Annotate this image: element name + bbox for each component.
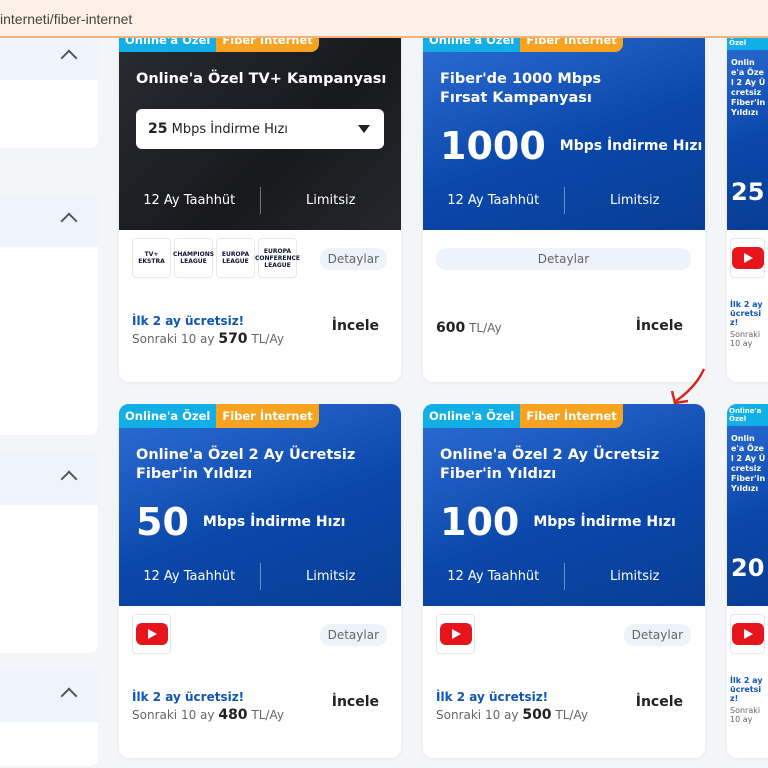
free-text: İlk 2 ay ücretsiz! [730,300,763,327]
chevron-up-icon[interactable] [60,49,78,67]
details-button[interactable]: Detaylar [319,248,387,270]
commitment: 12 Ay Taahhüt [119,563,261,590]
chevron-up-icon[interactable] [60,470,78,488]
speed-dropdown[interactable]: 25 Mbps İndirme Hızı [136,109,384,149]
youtube-icon [132,614,171,654]
price: 570 [218,331,248,347]
next-text: Sonraki 10 ay [132,708,215,722]
free-text: İlk 2 ay ücretsiz! [132,690,245,704]
dropdown-label: Mbps İndirme Hızı [171,122,288,137]
campaign-card: Online'a Özel Online'a Özel 2 Ay Ücretsi… [727,404,768,758]
europa-league-logo: EUROPA LEAGUE [216,238,255,278]
card-title: Online'a Özel 2 Ay Ücretsiz Fiber'in Yıl… [136,447,356,482]
campaign-card: Online'a Özel Fiber İnternet Fiber'de 100… [423,28,705,382]
price-unit: TL/Ay [251,708,284,722]
filter-panel [0,38,98,148]
details-button[interactable]: Detaylar [319,624,387,646]
youtube-icon [730,614,765,654]
speed-unit: Mbps İndirme Hızı [559,138,703,154]
campaign-card: Online'a Özel Fiber İnternet Online'a Öze… [423,404,705,758]
free-text: İlk 2 ay ücretsiz! [436,690,549,704]
chevron-up-icon[interactable] [60,212,78,230]
online-badge: Online'a Özel [423,404,521,428]
filter-header[interactable] [0,453,98,505]
limit: Limitsiz [610,193,660,208]
champions-league-logo: CHAMPIONS LEAGUE [173,238,214,278]
next-text: Sonraki 10 ay [730,330,761,348]
price: 480 [218,707,248,723]
speed-unit: Mbps İndirme Hızı [533,514,676,530]
review-button[interactable]: İncele [332,694,379,710]
filter-panel [0,670,98,766]
speed-value: 25 [731,178,765,206]
speed-value: 50 [136,500,189,544]
filter-header[interactable] [0,195,98,247]
online-badge: Online'a Özel [727,404,768,426]
campaign-card: Online'a Özel Fiber İnternet Online'a Öze… [119,28,401,382]
next-text: Sonraki 10 ay [132,332,215,346]
tv-plus-ekstra-logo: TV+ EKSTRA [132,238,171,278]
fiber-badge: Fiber İnternet [520,404,623,428]
price: 600 [436,320,466,336]
details-button[interactable]: Detaylar [436,248,691,270]
speed-value: 1000 [440,124,546,168]
address-bar[interactable]: interneti/fiber-internet [0,0,768,38]
price-unit: TL/Ay [469,321,502,335]
filter-header[interactable] [0,38,98,80]
speed-value: 20 [731,554,765,582]
review-button[interactable]: İncele [636,318,683,334]
review-button[interactable]: İncele [332,318,379,334]
youtube-icon [730,238,765,278]
limit: Limitsiz [306,569,356,584]
commitment: 12 Ay Taahhüt [423,563,565,590]
filter-panel [0,195,98,435]
youtube-icon [436,614,475,654]
url-text: interneti/fiber-internet [0,11,133,27]
campaign-card: Online'a Özel Online'a Özel 2 Ay Ücretsi… [727,28,768,382]
red-arrow-annotation [670,368,706,405]
card-title: Online'a Özel 2 Ay Ücretsiz Fiber'in Yıl… [440,447,660,482]
filter-header[interactable] [0,670,98,722]
card-title: Fiber'de 1000 Mbps Fırsat Kampanyası [440,71,602,106]
review-button[interactable]: İncele [636,694,683,710]
details-button[interactable]: Detaylar [623,624,691,646]
free-text: İlk 2 ay ücretsiz! [132,314,245,328]
fiber-badge: Fiber İnternet [216,404,319,428]
limit: Limitsiz [306,193,356,208]
card-title: Online'a Özel TV+ Kampanyası [136,71,387,87]
filter-panel [0,453,98,653]
next-text: Sonraki 10 ay [730,706,761,724]
limit: Limitsiz [610,569,660,584]
commitment: 12 Ay Taahhüt [423,187,565,214]
next-text: Sonraki 10 ay [436,708,519,722]
campaign-card: Online'a Özel Fiber İnternet Online'a Öze… [119,404,401,758]
speed-unit: Mbps İndirme Hızı [202,514,346,530]
commitment: 12 Ay Taahhüt [119,187,261,214]
card-title: Online'a Özel 2 Ay Ücretsiz Fiber'in Yıl… [731,58,766,117]
price: 500 [522,707,552,723]
speed-value: 100 [440,500,520,544]
caret-down-icon [358,125,370,133]
price-unit: TL/Ay [555,708,588,722]
online-badge: Online'a Özel [119,404,217,428]
chevron-up-icon[interactable] [60,687,78,705]
free-text: İlk 2 ay ücretsiz! [730,676,763,703]
dropdown-value: 25 [148,121,168,137]
conference-league-logo: EUROPA CONFERENCE LEAGUE [255,238,300,278]
card-title: Online'a Özel 2 Ay Ücretsiz Fiber'in Yıl… [731,434,766,493]
price-unit: TL/Ay [251,332,284,346]
